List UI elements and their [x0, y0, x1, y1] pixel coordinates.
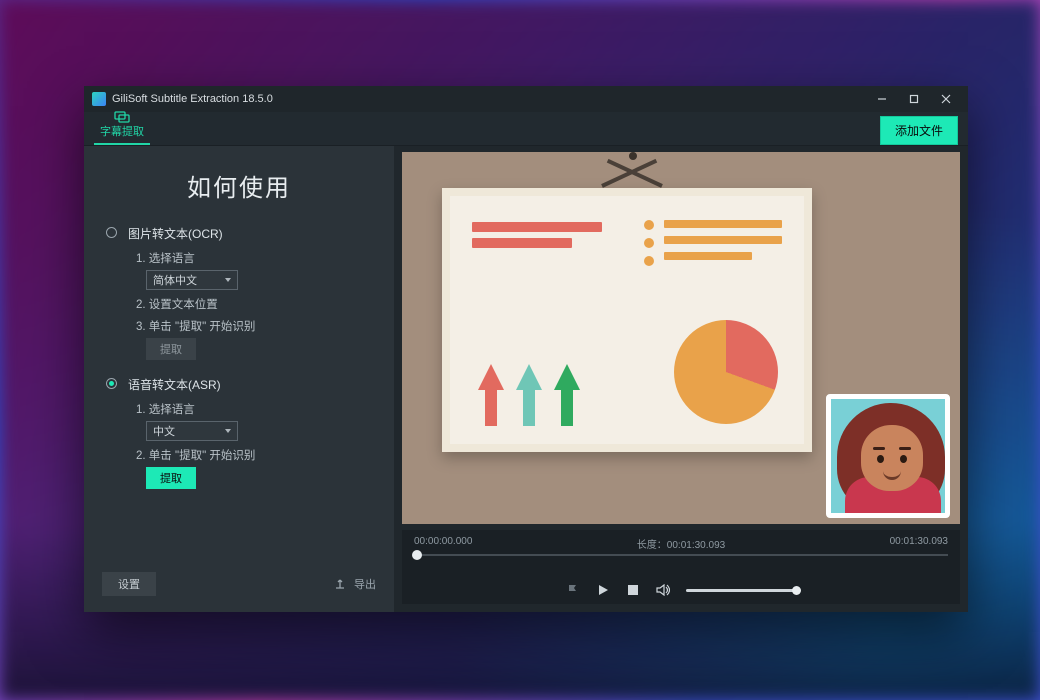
minimize-button[interactable]: [866, 86, 898, 112]
ocr-section: 图片转文本(OCR) 1. 选择语言 简体中文 2. 设置文本位置 3. 单击 …: [102, 225, 376, 360]
tab-label: 字幕提取: [100, 123, 144, 139]
asr-step2: 2. 单击 "提取" 开始识别: [136, 447, 376, 463]
volume-slider[interactable]: [686, 589, 796, 592]
subtitle-icon: [114, 111, 130, 123]
app-icon: [92, 92, 106, 106]
asr-section: 语音转文本(ASR) 1. 选择语言 中文 2. 单击 "提取" 开始识别 提取: [102, 376, 376, 489]
timeline-end: 00:01:30.093: [890, 536, 948, 547]
chevron-down-icon: [225, 278, 231, 282]
ocr-language-value: 简体中文: [153, 272, 197, 288]
video-preview[interactable]: [402, 152, 960, 524]
volume-thumb[interactable]: [792, 586, 801, 595]
export-button[interactable]: 导出: [334, 576, 376, 592]
timeline-track[interactable]: [414, 554, 948, 556]
export-label: 导出: [354, 576, 376, 592]
left-panel: 如何使用 图片转文本(OCR) 1. 选择语言 简体中文 2. 设置文本位置 3…: [84, 146, 394, 612]
playback-controls: [402, 574, 960, 604]
main-body: 如何使用 图片转文本(OCR) 1. 选择语言 简体中文 2. 设置文本位置 3…: [84, 146, 968, 612]
title-bar[interactable]: GiliSoft Subtitle Extraction 18.5.0: [84, 86, 968, 112]
ocr-extract-button[interactable]: 提取: [146, 338, 196, 360]
timeline-length: 长度：00:01:30.093: [637, 536, 725, 551]
stop-button[interactable]: [626, 583, 640, 597]
right-panel: 00:00:00.000 长度：00:01:30.093 00:01:30.09…: [394, 146, 968, 612]
close-icon: [941, 94, 951, 104]
ocr-step1: 1. 选择语言: [136, 250, 376, 266]
stop-icon: [628, 585, 638, 595]
timeline[interactable]: 00:00:00.000 长度：00:01:30.093 00:01:30.09…: [402, 530, 960, 574]
flag-button[interactable]: [566, 583, 580, 597]
presenter-avatar: [826, 394, 950, 518]
maximize-icon: [909, 94, 919, 104]
minimize-icon: [877, 94, 887, 104]
volume-icon: [656, 584, 670, 596]
ocr-step3: 3. 单击 "提取" 开始识别: [136, 318, 376, 334]
chevron-down-icon: [225, 429, 231, 433]
export-icon: [334, 577, 348, 591]
add-file-button[interactable]: 添加文件: [880, 116, 958, 145]
volume-button[interactable]: [656, 583, 670, 597]
maximize-button[interactable]: [898, 86, 930, 112]
window-title: GiliSoft Subtitle Extraction 18.5.0: [112, 93, 866, 105]
close-button[interactable]: [930, 86, 962, 112]
ocr-head: 图片转文本(OCR): [128, 225, 376, 242]
tab-subtitle-extract[interactable]: 字幕提取: [94, 109, 150, 145]
asr-head: 语音转文本(ASR): [128, 376, 376, 393]
toolbar: 字幕提取 添加文件: [84, 112, 968, 146]
asr-radio[interactable]: [106, 378, 117, 389]
play-icon: [597, 584, 609, 596]
howto-title: 如何使用: [102, 168, 376, 203]
ocr-radio[interactable]: [106, 227, 117, 238]
asr-extract-button[interactable]: 提取: [146, 467, 196, 489]
video-frame-illustration: [402, 152, 960, 524]
app-window: GiliSoft Subtitle Extraction 18.5.0 字幕提取…: [84, 86, 968, 612]
settings-button[interactable]: 设置: [102, 572, 156, 596]
left-footer: 设置 导出: [102, 566, 376, 602]
ocr-step2: 2. 设置文本位置: [136, 296, 376, 312]
ocr-language-select[interactable]: 简体中文: [146, 270, 238, 290]
asr-step1: 1. 选择语言: [136, 401, 376, 417]
play-button[interactable]: [596, 583, 610, 597]
flag-icon: [567, 584, 579, 596]
asr-language-select[interactable]: 中文: [146, 421, 238, 441]
timeline-thumb[interactable]: [412, 550, 422, 560]
timeline-start: 00:00:00.000: [414, 536, 472, 547]
asr-language-value: 中文: [153, 423, 175, 439]
